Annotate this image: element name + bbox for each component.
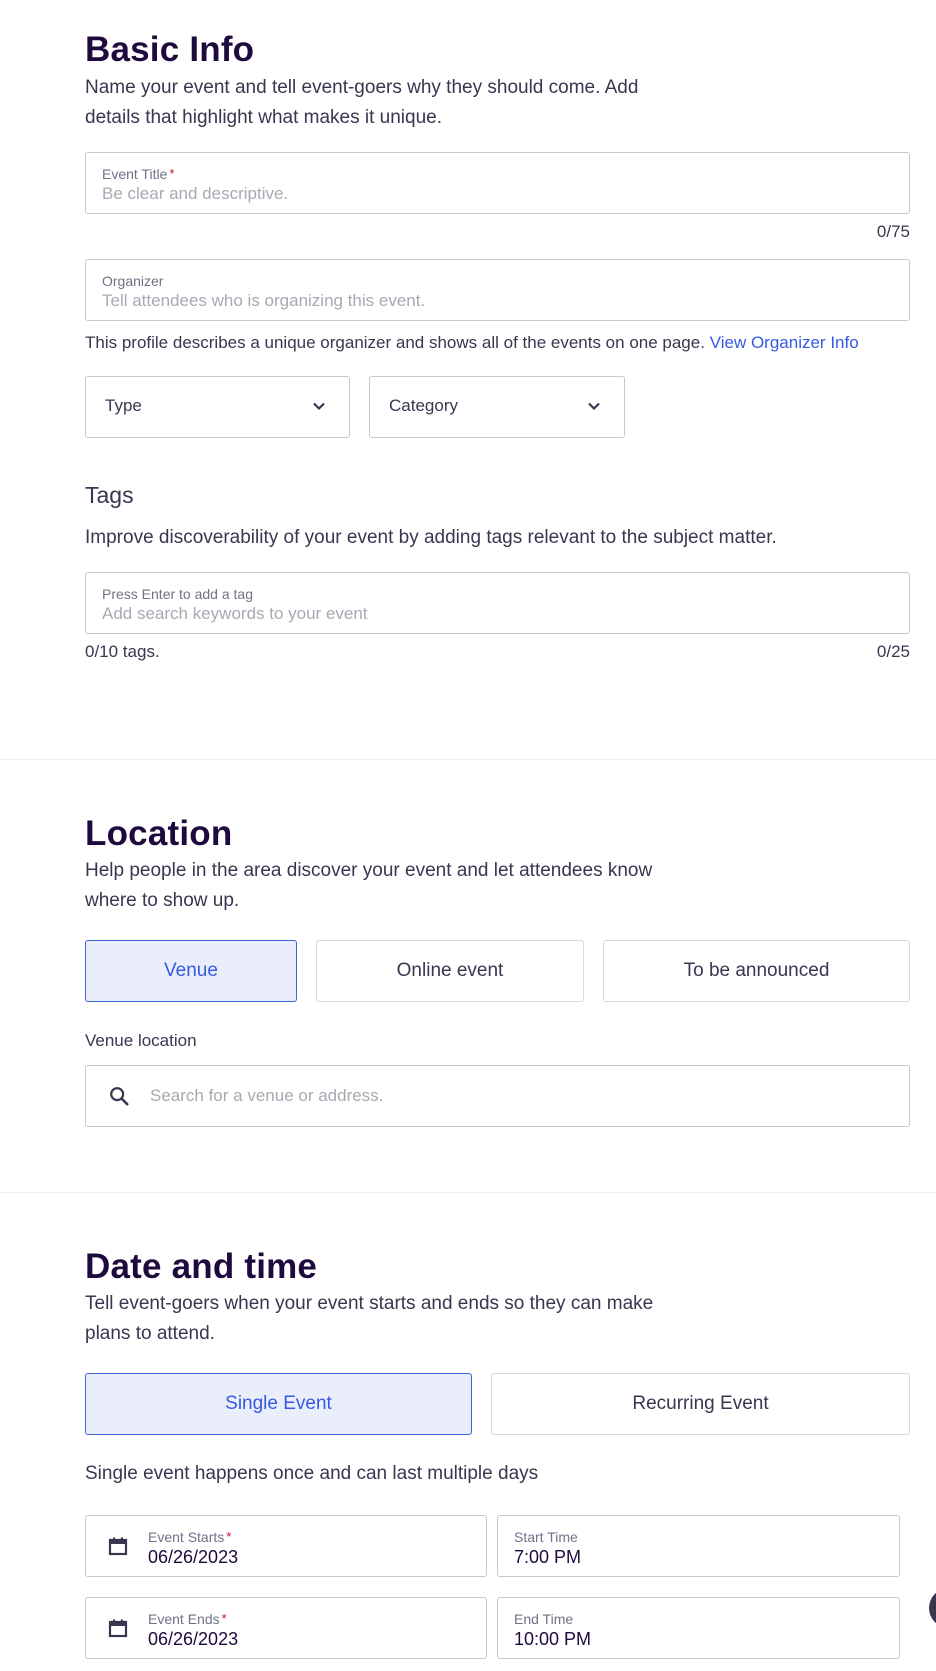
end-time-value: 10:00 PM [514,1629,592,1649]
organizer-placeholder: Tell attendees who is organizing this ev… [102,291,426,310]
tags-description: Improve discoverability of your event by… [85,527,777,548]
tag-count: 0/10 tags. [85,642,160,661]
type-select-label: Type [105,396,142,415]
venue-search-field[interactable]: Search for a venue or address. [85,1065,910,1127]
category-select-label: Category [389,396,458,415]
date-time-heading: Date and time [85,1247,318,1286]
recurring-event-option[interactable]: Recurring Event [491,1373,910,1435]
event-starts-field[interactable]: Event Starts * 06/26/2023 [85,1515,487,1577]
tags-heading: Tags [85,482,134,508]
event-title-field[interactable]: Event Title * Be clear and descriptive. [85,152,910,214]
organizer-help-text: This profile describes a unique organize… [85,333,705,352]
tag-input-placeholder: Add search keywords to your event [102,604,368,623]
organizer-label: Organizer [102,273,164,289]
view-organizer-info-link[interactable]: View Organizer Info [710,333,859,352]
section-divider [0,759,936,760]
tag-char-counter: 0/25 [876,642,910,661]
calendar-icon [108,1619,128,1638]
organizer-field[interactable]: Organizer Tell attendees who is organizi… [85,259,910,321]
required-mark: * [169,166,175,181]
event-title-placeholder: Be clear and descriptive. [102,184,289,203]
event-ends-field[interactable]: Event Ends * 06/26/2023 [85,1597,487,1659]
date-time-description: Tell event-goers when your event starts … [85,1293,654,1344]
location-description: Help people in the area discover your ev… [85,860,653,911]
event-ends-label: Event Ends * [148,1611,227,1627]
event-ends-value: 06/26/2023 [148,1629,239,1649]
single-event-help: Single event happens once and can last m… [85,1463,539,1484]
chevron-down-icon [588,402,600,411]
tag-input-label: Press Enter to add a tag [102,586,253,602]
category-select[interactable]: Category [369,376,625,438]
location-heading: Location [85,814,233,853]
end-time-field[interactable]: End Time 10:00 PM [497,1597,900,1659]
single-event-option[interactable]: Single Event [85,1373,472,1435]
chevron-down-icon [313,402,325,411]
basic-info-description: Name your event and tell event-goers why… [85,77,639,128]
calendar-icon [108,1537,128,1556]
search-icon [110,1087,129,1106]
venue-location-label: Venue location [85,1031,197,1050]
section-divider [0,1192,936,1193]
event-title-label: Event Title * [102,166,175,182]
location-option-venue[interactable]: Venue [85,940,297,1002]
event-starts-value: 06/26/2023 [148,1547,239,1567]
location-option-to-be-announced[interactable]: To be announced [603,940,910,1002]
event-starts-label: Event Starts * [148,1529,232,1545]
type-select[interactable]: Type [85,376,350,438]
help-chat-button[interactable] [929,1588,936,1628]
start-time-field[interactable]: Start Time 7:00 PM [497,1515,900,1577]
venue-search-placeholder: Search for a venue or address. [150,1086,384,1105]
required-mark: * [226,1529,232,1544]
organizer-help: This profile describes a unique organize… [85,333,859,353]
location-option-online-event[interactable]: Online event [316,940,584,1002]
tag-input[interactable]: Press Enter to add a tag Add search keyw… [85,572,910,634]
required-mark: * [221,1611,227,1626]
basic-info-heading: Basic Info [85,30,255,69]
event-title-counter: 0/75 [876,222,910,241]
start-time-label: Start Time [514,1529,578,1545]
start-time-value: 7:00 PM [514,1547,582,1567]
end-time-label: End Time [514,1611,574,1627]
